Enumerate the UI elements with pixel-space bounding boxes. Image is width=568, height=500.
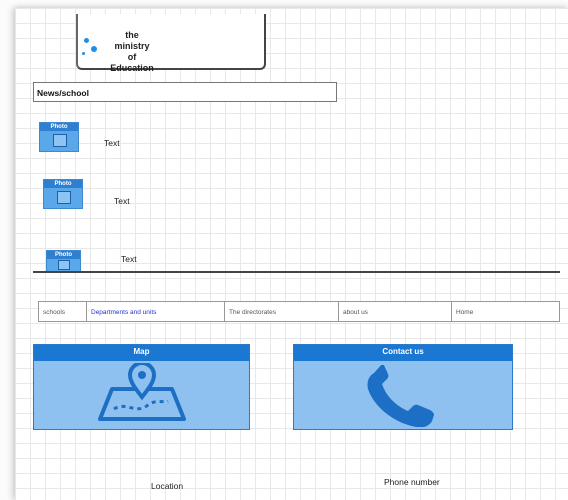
news-item-text: Text bbox=[114, 196, 130, 206]
image-icon bbox=[57, 191, 71, 204]
image-icon bbox=[58, 260, 70, 270]
contact-caption: Phone number bbox=[384, 477, 440, 487]
logo-dot-icon bbox=[84, 38, 89, 43]
news-photo[interactable]: Photo bbox=[43, 179, 83, 209]
section-divider bbox=[33, 271, 560, 273]
photo-label: Photo bbox=[40, 123, 78, 131]
logo-text: the ministry of Education bbox=[110, 30, 154, 73]
phone-icon bbox=[367, 365, 434, 427]
logo-dot-icon bbox=[91, 46, 97, 52]
news-item-text: Text bbox=[104, 138, 120, 148]
nav-item-about-us[interactable]: about us bbox=[339, 301, 452, 322]
contact-card-title: Contact us bbox=[294, 345, 512, 361]
map-card-title: Map bbox=[34, 345, 249, 361]
news-photo[interactable]: Photo bbox=[46, 250, 81, 273]
nav-item-schools[interactable]: schools bbox=[38, 301, 87, 322]
nav-item-directorates[interactable]: The directorates bbox=[225, 301, 339, 322]
map-pin-icon bbox=[98, 363, 186, 421]
news-photo[interactable]: Photo bbox=[39, 122, 79, 152]
map-caption: Location bbox=[151, 481, 184, 491]
navigation-bar: schools Departments and units The direct… bbox=[38, 301, 560, 322]
photo-label: Photo bbox=[44, 180, 82, 188]
nav-item-departments[interactable]: Departments and units bbox=[87, 301, 225, 322]
news-item-text: Text bbox=[121, 254, 137, 264]
image-icon bbox=[53, 134, 67, 147]
logo-dot-icon bbox=[82, 52, 85, 55]
photo-label: Photo bbox=[47, 251, 80, 259]
contact-card[interactable]: Contact us bbox=[293, 344, 513, 430]
nav-item-home[interactable]: Home bbox=[452, 301, 560, 322]
news-heading: News/school bbox=[33, 82, 337, 102]
map-card[interactable]: Map bbox=[33, 344, 250, 430]
